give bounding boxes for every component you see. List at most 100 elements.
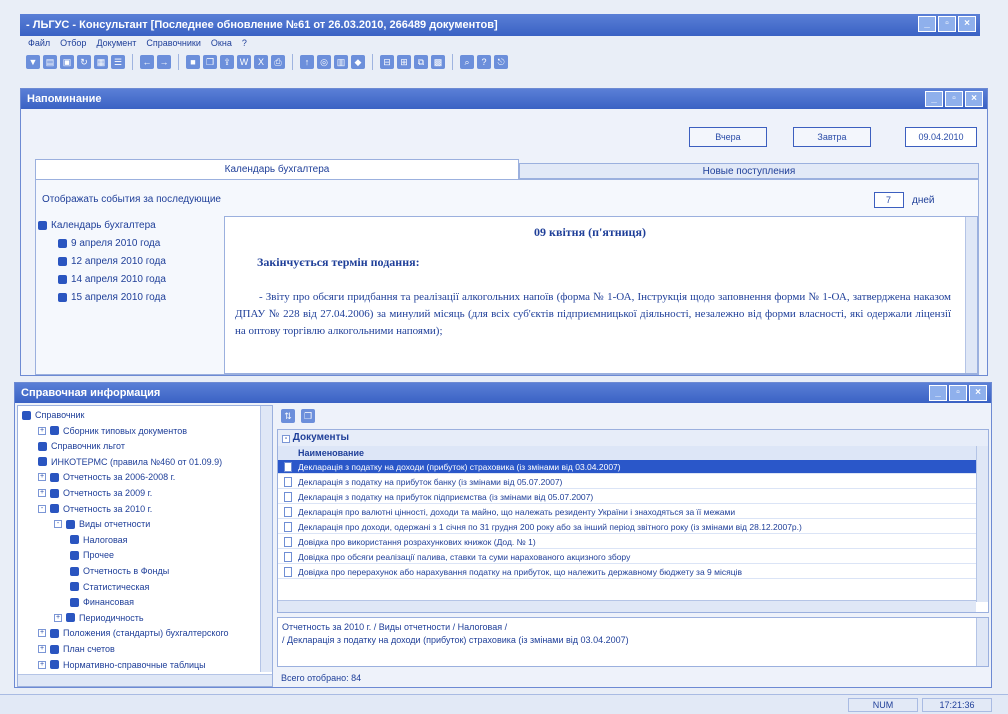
table-row[interactable]: Довідка про використання розрахункових к… [278,535,976,549]
cascade-icon[interactable]: ⧉ [414,55,428,69]
forward-arrow-icon[interactable]: → [157,55,171,69]
tree-node[interactable]: Отчетность в Фонды [70,566,169,576]
copy-list-icon[interactable]: ❐ [301,409,315,423]
table-row[interactable]: Декларація з податку на доходи (прибуток… [278,460,976,474]
expand-icon[interactable]: + [54,613,62,622]
copy-icon[interactable]: ❐ [203,55,217,69]
bookmark-icon[interactable]: ↑ [300,55,314,69]
tree-node[interactable]: Справочник льгот [38,441,125,451]
exit-icon[interactable]: ⎋ [494,55,508,69]
path-scrollbar[interactable] [976,618,988,666]
date-field[interactable]: 09.04.2010 [905,127,977,147]
calendar-date-item[interactable]: 15 апреля 2010 года [58,292,166,303]
table-scrollbar-v[interactable] [976,446,988,602]
calendar-date-item[interactable]: 14 апреля 2010 года [58,274,166,285]
column-header-name[interactable]: Наименование [278,446,976,460]
close-button[interactable]: × [965,91,983,107]
calc-icon[interactable]: ▩ [431,55,445,69]
table-row[interactable]: Декларація про доходи, одержані з 1 січн… [278,520,976,534]
window-icon[interactable]: ▣ [60,55,74,69]
yesterday-button[interactable]: Вчера [689,127,767,147]
calendar-root[interactable]: Календарь бухгалтера [38,220,156,231]
sort-icon[interactable]: ⇅ [281,409,295,423]
minimize-button[interactable]: _ [918,16,936,32]
maximize-button[interactable]: ▫ [938,16,956,32]
tree-node[interactable]: Справочник [22,410,85,420]
tree-node[interactable]: + Нормативно-справочные таблицы [38,660,206,670]
tree-scrollbar-v[interactable] [260,406,272,672]
export-icon[interactable]: ⇪ [220,55,234,69]
menu-file[interactable]: Файл [28,38,50,48]
row-title: Довідка про обсяги реалізації палива, ст… [298,552,631,562]
maximize-button[interactable]: ▫ [945,91,963,107]
expand-icon[interactable]: + [38,629,46,638]
maximize-button[interactable]: ▫ [949,385,967,401]
tree-node[interactable]: + Периодичность [54,613,144,623]
days-spinner[interactable]: 7 [874,192,904,208]
tree-node[interactable]: Прочее [70,550,114,560]
tree-node[interactable]: Статистическая [70,582,149,592]
tree-node[interactable]: - Виды отчетности [54,519,150,529]
print-icon[interactable]: ⎙ [271,55,285,69]
expand-icon[interactable]: + [38,660,46,669]
close-button[interactable]: × [969,385,987,401]
tree-node[interactable]: - Отчетность за 2010 г. [38,504,152,514]
table-row[interactable]: Декларація з податку на прибуток підприє… [278,490,976,504]
filter-icon[interactable]: ▼ [26,55,40,69]
back-arrow-icon[interactable]: ← [140,55,154,69]
tab-calendar[interactable]: Календарь бухгалтера [35,159,519,179]
tree-node[interactable]: ИНКОТЕРМС (правила №460 от 01.09.9) [38,457,222,467]
tree-node[interactable]: + Отчетность за 2006-2008 г. [38,472,175,482]
tile-v-icon[interactable]: ⊞ [397,55,411,69]
excel-icon[interactable]: X [254,55,268,69]
find-icon[interactable]: ⌕ [460,55,474,69]
table-row[interactable]: Декларація про валютні цінності, доходи … [278,505,976,519]
word-icon[interactable]: W [237,55,251,69]
search-icon[interactable]: ◎ [317,55,331,69]
collapse-icon[interactable]: - [38,504,46,513]
collapse-icon[interactable]: - [54,520,62,529]
table-scrollbar-h[interactable] [278,600,976,612]
doc-scrollbar[interactable] [965,217,977,373]
print-preview-icon[interactable]: ▦ [94,55,108,69]
help-icon[interactable]: ? [477,55,491,69]
tree-node-label: План счетов [63,644,115,654]
expand-icon[interactable]: + [38,645,46,653]
menu-windows[interactable]: Окна [211,38,232,48]
menu-reference[interactable]: Справочники [146,38,201,48]
tree-node[interactable]: Налоговая [70,535,128,545]
calendar-date-item[interactable]: 12 апреля 2010 года [58,256,166,267]
tomorrow-button[interactable]: Завтра [793,127,871,147]
table-row[interactable]: Декларація з податку на прибуток банку (… [278,475,976,489]
expand-icon[interactable]: + [38,489,46,497]
table-row[interactable]: Довідка про обсяги реалізації палива, ст… [278,550,976,564]
table-row[interactable]: Довідка про перерахунок або нарахування … [278,565,976,579]
doc-icon[interactable]: ▤ [43,55,57,69]
minimize-button[interactable]: _ [929,385,947,401]
menu-filter[interactable]: Отбор [60,38,86,48]
expand-icon[interactable]: + [38,426,46,435]
tree-node[interactable]: + Сборник типовых документов [38,426,187,436]
refresh-icon[interactable]: ↻ [77,55,91,69]
menu-document[interactable]: Документ [96,38,136,48]
settings-icon[interactable]: ◆ [351,55,365,69]
close-button[interactable]: × [958,16,976,32]
tree-node[interactable]: Финансовая [70,597,134,607]
tree-node[interactable]: + Отчетность за 2009 г. [38,488,152,498]
save-icon[interactable]: ■ [186,55,200,69]
documents-group-header[interactable]: - Документы [278,430,988,446]
tree-node[interactable]: + План счетов [38,644,115,654]
collapse-icon[interactable]: - [282,435,290,443]
list-icon[interactable]: ☰ [111,55,125,69]
minimize-button[interactable]: _ [925,91,943,107]
calendar-date-item[interactable]: 9 апреля 2010 года [58,238,160,249]
tile-h-icon[interactable]: ⊟ [380,55,394,69]
expand-icon[interactable]: + [38,473,46,482]
folder-node-icon [38,441,47,451]
rows-container: Декларація з податку на доходи (прибуток… [278,460,976,600]
tree-node[interactable]: + Положения (стандарты) бухгалтерского [38,628,229,638]
calendar-icon[interactable]: ▥ [334,55,348,69]
tree-scrollbar-h[interactable] [18,674,272,686]
tab-new-arrivals[interactable]: Новые поступления [519,163,979,179]
menu-help[interactable]: ? [242,38,247,48]
